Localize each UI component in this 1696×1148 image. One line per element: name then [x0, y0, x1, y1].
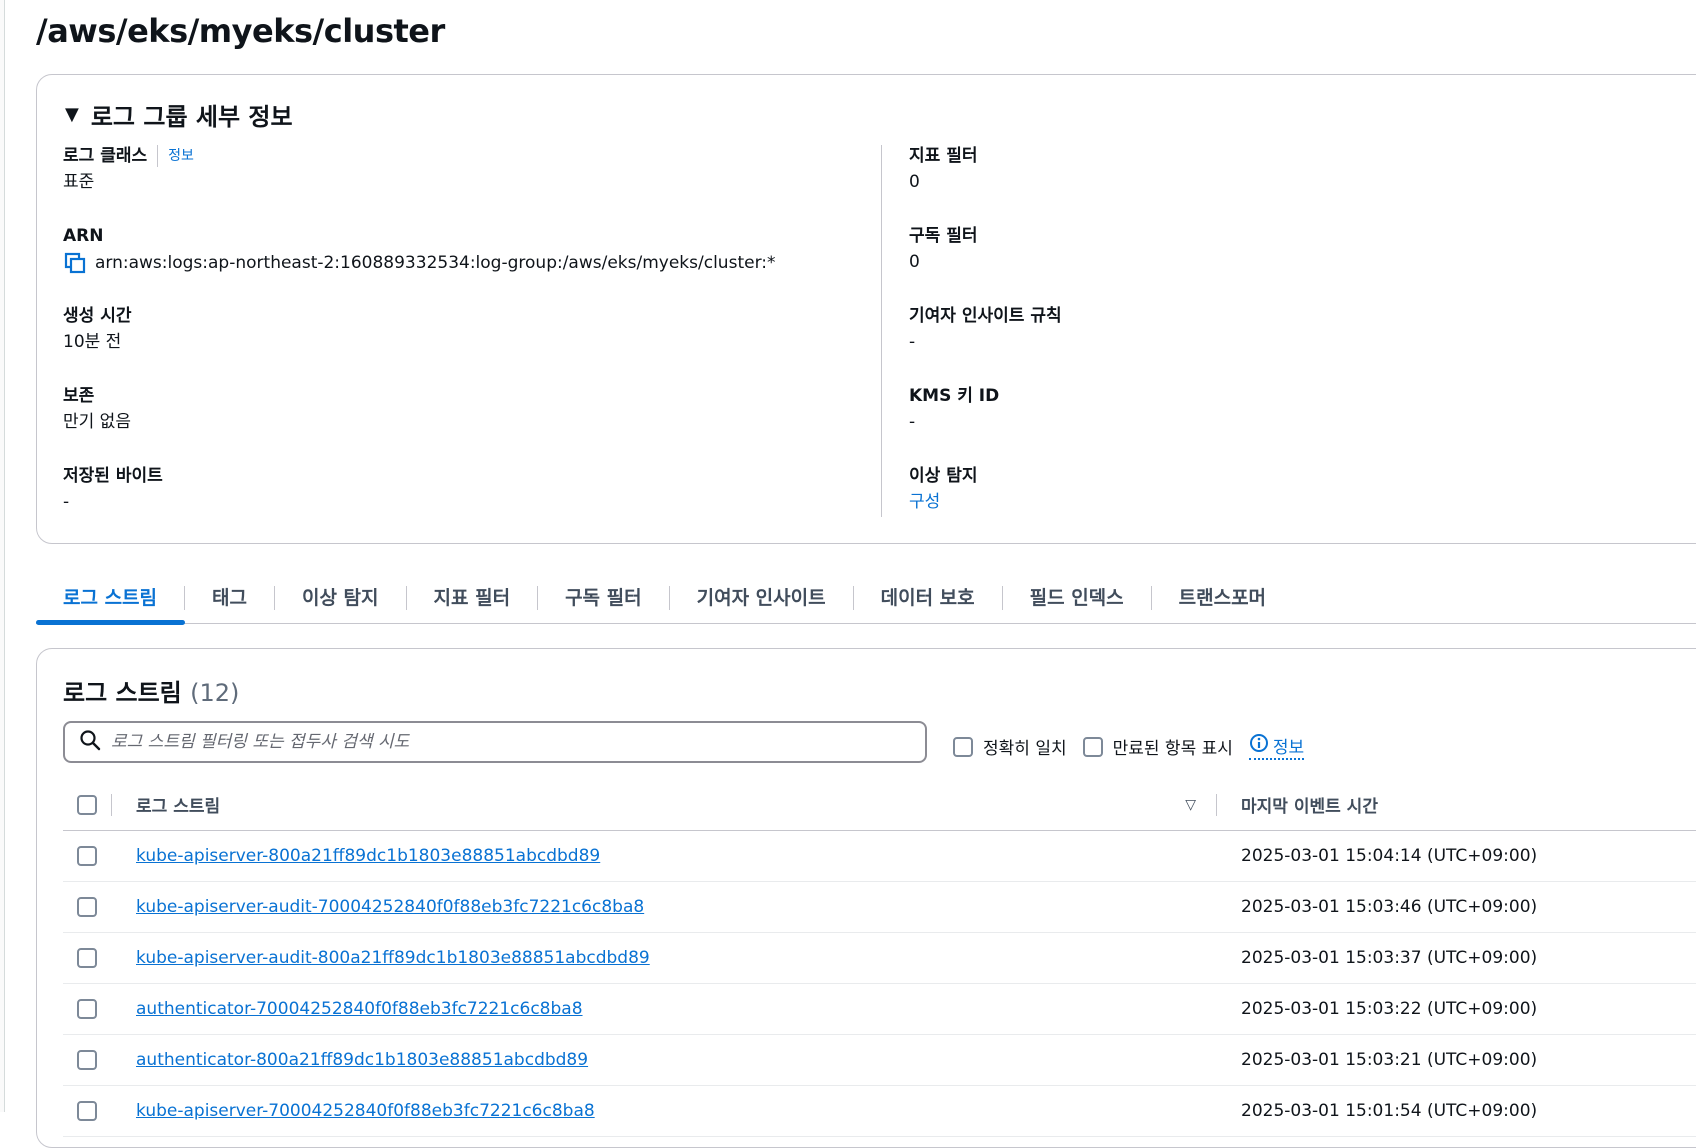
- field-stored-bytes: 저장된 바이트 -: [63, 465, 863, 545]
- log-streams-table: 로그 스트림 ▽ 마지막 이벤트 시간 kube-apiserver-800a2…: [63, 779, 1696, 1137]
- last-event-time: 2025-03-01 15:03:37 (UTC+09:00): [1241, 948, 1538, 968]
- exact-match-checkbox[interactable]: [953, 736, 973, 757]
- copy-icon[interactable]: [63, 251, 87, 275]
- field-label: 보존: [63, 386, 95, 406]
- tab-log-streams[interactable]: 로그 스트림: [36, 585, 186, 610]
- exact-match-option[interactable]: 정확히 일치: [953, 734, 1067, 759]
- field-metric-filters: 지표 필터 0: [909, 145, 1509, 225]
- show-expired-checkbox[interactable]: [1082, 736, 1103, 757]
- field-creation-time: 생성 시간 10분 전: [63, 305, 863, 385]
- last-event-time: 2025-03-01 15:04:14 (UTC+09:00): [1241, 846, 1538, 866]
- field-arn: ARN arn:aws:logs:ap-northeast-2:16088933…: [63, 225, 863, 305]
- column-header-log-stream[interactable]: 로그 스트림: [136, 792, 220, 817]
- log-stream-link[interactable]: kube-apiserver-70004252840f0f88eb3fc7221…: [136, 1101, 595, 1121]
- left-rail: [0, 0, 5, 1112]
- tab-tags[interactable]: 태그: [185, 585, 275, 610]
- filter-info-link[interactable]: 정보: [1248, 733, 1305, 760]
- last-event-time: 2025-03-01 15:03:21 (UTC+09:00): [1241, 1050, 1538, 1070]
- field-label: 구독 필터: [909, 226, 978, 246]
- log-stream-link[interactable]: kube-apiserver-audit-800a21ff89dc1b1803e…: [136, 948, 650, 968]
- show-expired-label: 만료된 항목 표시: [1112, 739, 1233, 759]
- field-label: 저장된 바이트: [63, 466, 163, 486]
- log-streams-panel: 로그 스트림 (12) 정확히 일치 만료된 항목 표시: [36, 648, 1696, 1148]
- caret-down-icon: ▼: [65, 104, 79, 125]
- search-input[interactable]: [111, 732, 891, 752]
- field-kms-key-id: KMS 키 ID -: [909, 385, 1509, 465]
- column-header-last-event-time[interactable]: 마지막 이벤트 시간: [1217, 792, 1378, 817]
- tab-metric-filters[interactable]: 지표 필터: [407, 585, 539, 610]
- field-label: ARN: [63, 226, 104, 246]
- arn-value: arn:aws:logs:ap-northeast-2:160889332534…: [95, 253, 776, 273]
- table-row: kube-apiserver-audit-70004252840f0f88eb3…: [63, 882, 1696, 933]
- field-subscription-filters: 구독 필터 0: [909, 225, 1509, 305]
- log-stream-link[interactable]: authenticator-70004252840f0f88eb3fc7221c…: [136, 999, 583, 1019]
- field-value: 0: [909, 172, 920, 192]
- tab-contributor-insights[interactable]: 기여자 인사이트: [670, 585, 854, 610]
- details-right-column: 지표 필터 0 구독 필터 0 기여자 인사이트 규칙 - KMS 키 ID -…: [909, 145, 1509, 545]
- field-label: 이상 탐지: [909, 466, 978, 486]
- field-value: 표준: [63, 172, 95, 192]
- last-event-time: 2025-03-01 15:01:54 (UTC+09:00): [1241, 1101, 1538, 1121]
- field-value: 10분 전: [63, 332, 122, 352]
- field-value: 0: [909, 252, 920, 272]
- table-row: kube-apiserver-audit-800a21ff89dc1b1803e…: [63, 933, 1696, 984]
- details-left-column: 로그 클래스 정보 표준 ARN arn:aws:logs:ap-northea…: [63, 145, 863, 545]
- table-row: authenticator-70004252840f0f88eb3fc7221c…: [63, 984, 1696, 1035]
- table-row: authenticator-800a21ff89dc1b1803e88851ab…: [63, 1035, 1696, 1086]
- search-icon: [79, 729, 101, 755]
- page-title: /aws/eks/myeks/cluster: [36, 12, 445, 50]
- field-label: 생성 시간: [63, 306, 132, 326]
- field-anomaly-detection: 이상 탐지 구성: [909, 465, 1509, 545]
- field-contributor-insights-rules: 기여자 인사이트 규칙 -: [909, 305, 1509, 385]
- tab-field-indexes[interactable]: 필드 인덱스: [1003, 585, 1152, 610]
- details-header-toggle[interactable]: ▼ 로그 그룹 세부 정보: [65, 97, 293, 132]
- tab-anomaly-detection[interactable]: 이상 탐지: [275, 585, 407, 610]
- log-streams-heading: 로그 스트림: [63, 679, 182, 707]
- log-streams-title: 로그 스트림 (12): [63, 673, 239, 708]
- show-expired-option[interactable]: 만료된 항목 표시: [1082, 734, 1233, 759]
- field-value: -: [63, 492, 70, 512]
- info-label: 정보: [1272, 738, 1305, 758]
- log-streams-count: (12): [190, 679, 240, 707]
- field-label: 지표 필터: [909, 146, 978, 166]
- filter-options: 정확히 일치 만료된 항목 표시 정보: [953, 733, 1305, 760]
- field-label: 기여자 인사이트 규칙: [909, 306, 1062, 326]
- exact-match-label: 정확히 일치: [983, 739, 1067, 759]
- log-stream-link[interactable]: authenticator-800a21ff89dc1b1803e88851ab…: [136, 1050, 588, 1070]
- log-stream-link[interactable]: kube-apiserver-audit-70004252840f0f88eb3…: [136, 897, 644, 917]
- last-event-time: 2025-03-01 15:03:22 (UTC+09:00): [1241, 999, 1538, 1019]
- log-stream-link[interactable]: kube-apiserver-800a21ff89dc1b1803e88851a…: [136, 846, 600, 866]
- column-divider: [881, 145, 882, 517]
- tab-subscription-filters[interactable]: 구독 필터: [538, 585, 670, 610]
- field-label: KMS 키 ID: [909, 386, 1000, 406]
- active-tab-indicator: [36, 620, 185, 625]
- row-checkbox[interactable]: [77, 897, 97, 917]
- field-value: -: [909, 332, 916, 352]
- log-class-info-link[interactable]: 정보: [157, 145, 194, 167]
- field-retention: 보존 만기 없음: [63, 385, 863, 465]
- tab-data-protection[interactable]: 데이터 보호: [854, 585, 1003, 610]
- field-value: 만기 없음: [63, 412, 131, 432]
- row-checkbox[interactable]: [77, 846, 97, 866]
- field-value: -: [909, 412, 916, 432]
- table-row: kube-apiserver-800a21ff89dc1b1803e88851a…: [63, 831, 1696, 882]
- sort-descending-icon[interactable]: ▽: [1185, 797, 1196, 813]
- tab-transformer[interactable]: 트랜스포머: [1152, 586, 1293, 610]
- tab-bar: 로그 스트림 태그 이상 탐지 지표 필터 구독 필터 기여자 인사이트 데이터…: [36, 572, 1696, 624]
- row-checkbox[interactable]: [77, 948, 97, 968]
- log-group-details-panel: ▼ 로그 그룹 세부 정보 로그 클래스 정보 표준 ARN arn:aws:l…: [36, 74, 1696, 544]
- field-label: 로그 클래스: [63, 146, 148, 166]
- row-checkbox[interactable]: [77, 999, 97, 1019]
- last-event-time: 2025-03-01 15:03:46 (UTC+09:00): [1241, 897, 1538, 917]
- row-checkbox[interactable]: [77, 1050, 97, 1070]
- configure-anomaly-detection-link[interactable]: 구성: [909, 491, 940, 513]
- log-streams-search[interactable]: [63, 721, 927, 763]
- field-log-class: 로그 클래스 정보 표준: [63, 145, 863, 225]
- row-checkbox[interactable]: [77, 1101, 97, 1121]
- details-header-title: 로그 그룹 세부 정보: [90, 103, 293, 131]
- info-icon: [1249, 733, 1269, 758]
- select-all-checkbox[interactable]: [77, 794, 97, 815]
- table-header: 로그 스트림 ▽ 마지막 이벤트 시간: [63, 779, 1696, 831]
